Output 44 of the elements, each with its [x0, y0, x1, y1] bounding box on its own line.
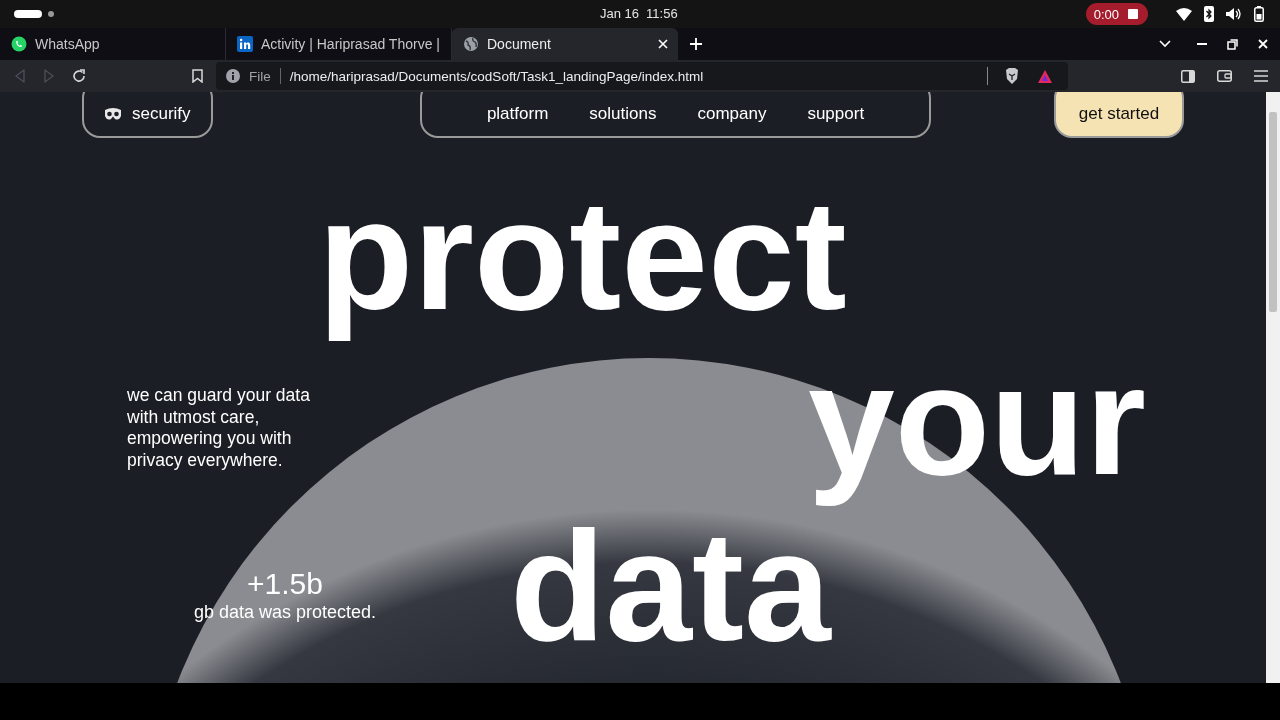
recording-time: 0:00: [1093, 6, 1119, 22]
stat-value: +1.5b: [246, 566, 324, 601]
date-text: Jan 16: [600, 6, 640, 21]
scrollbar-thumb[interactable]: [1269, 112, 1277, 312]
address-bar[interactable]: File /home/hariprasad/Documents/codSoft/Task1_landingPage/index.html: [216, 62, 1068, 90]
stop-icon: [1128, 9, 1138, 19]
stat-caption: gb data was protected.: [192, 600, 378, 623]
owl-eyes-icon: [104, 107, 122, 121]
sidebar-icon[interactable]: [1181, 69, 1195, 83]
bluetooth-icon[interactable]: [1204, 6, 1214, 22]
clock[interactable]: Jan 16 11:56: [600, 6, 678, 21]
time-text: 11:56: [646, 6, 678, 21]
menu-icon[interactable]: [1254, 70, 1268, 82]
brand-link[interactable]: securify: [82, 92, 213, 138]
volume-icon[interactable]: [1226, 7, 1242, 21]
wallet-icon[interactable]: [1217, 70, 1232, 82]
restore-icon[interactable]: [1227, 38, 1238, 50]
battery-icon[interactable]: [1254, 6, 1264, 22]
nav-link[interactable]: platform: [486, 104, 549, 124]
workspace-indicator-icon[interactable]: [14, 10, 56, 18]
headline-word: protect: [318, 167, 847, 344]
browser-tab[interactable]: Document: [452, 28, 678, 60]
scrollbar[interactable]: [1266, 92, 1280, 683]
lion-shield-icon[interactable]: [1005, 68, 1019, 84]
close-icon[interactable]: [1258, 39, 1268, 49]
nav-link[interactable]: solutions: [589, 104, 657, 124]
nav-link[interactable]: support: [807, 104, 865, 124]
new-tab-icon[interactable]: [690, 38, 702, 50]
recording-indicator[interactable]: 0:00: [1085, 3, 1148, 25]
wifi-icon[interactable]: [1176, 7, 1192, 21]
triangle-icon[interactable]: [1038, 69, 1052, 83]
whatsapp-icon: [11, 36, 27, 52]
url-text: /home/hariprasad/Documents/codSoft/Task1_landingPage/index.html: [289, 68, 704, 84]
globe-icon: [463, 36, 479, 52]
nav-link[interactable]: company: [697, 104, 767, 124]
bookmark-icon[interactable]: [192, 69, 203, 83]
get-started-button[interactable]: get started: [1054, 92, 1184, 138]
linkedin-icon: [237, 36, 253, 52]
tagline-text: we can guard your data with utmost care, empowering you with privacy everywhere.: [127, 385, 311, 472]
scheme-label: File: [249, 68, 271, 84]
close-icon[interactable]: [658, 39, 668, 49]
info-icon: [226, 69, 240, 83]
reload-icon[interactable]: [72, 69, 86, 83]
chevron-down-icon[interactable]: [1159, 40, 1171, 48]
